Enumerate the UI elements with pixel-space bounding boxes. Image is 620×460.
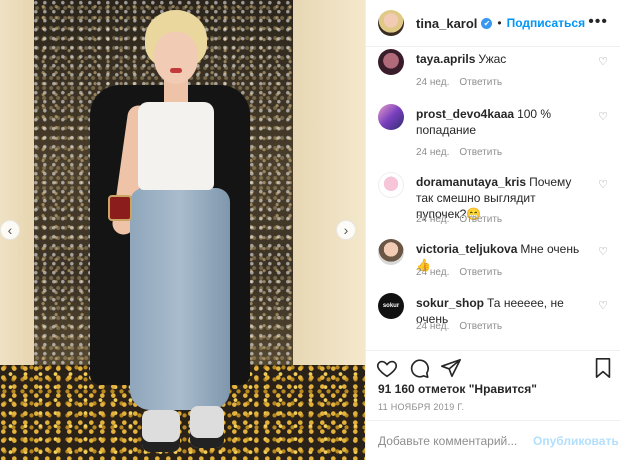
comment-bubble-icon[interactable] — [408, 357, 430, 379]
publish-button[interactable]: Опубликовать — [533, 434, 619, 448]
photo-background — [0, 0, 36, 380]
save-bookmark-icon[interactable] — [592, 357, 614, 379]
author-avatar[interactable] — [378, 10, 404, 36]
post-actions-bar — [366, 350, 620, 380]
comment-item: taya.aprils Ужас ♡ 24 нед. Ответить — [378, 49, 608, 93]
avatar[interactable] — [378, 172, 404, 198]
comment-text: Ужас — [478, 52, 507, 66]
reply-link[interactable]: Ответить — [459, 214, 502, 225]
like-comment-heart-icon[interactable]: ♡ — [598, 245, 608, 258]
author-username[interactable]: tina_karol — [416, 16, 477, 31]
comment-time: 24 нед. — [416, 77, 450, 88]
photo-background — [293, 0, 365, 380]
sneaker — [190, 406, 224, 448]
coat-patch — [108, 195, 132, 221]
like-heart-icon[interactable] — [376, 357, 398, 379]
more-options-icon[interactable]: ••• — [588, 13, 608, 31]
comment-body: taya.aprils Ужас — [416, 51, 586, 67]
post-header: tina_karol ✔ • Подписаться ••• — [366, 0, 620, 47]
likes-count[interactable]: 91 160 отметок "Нравится" — [378, 382, 537, 396]
white-top — [138, 102, 214, 190]
comment-item: doramanutaya_kris Почему так смешно выгля… — [378, 172, 608, 232]
comment-meta: 24 нед. Ответить — [416, 267, 512, 278]
add-comment-bar: Опубликовать — [366, 420, 620, 460]
comment-username[interactable]: sokur_shop — [416, 296, 484, 310]
comment-meta: 24 нед. Ответить — [416, 77, 512, 88]
like-comment-heart-icon[interactable]: ♡ — [598, 178, 608, 191]
avatar[interactable] — [378, 49, 404, 75]
comment-meta: 24 нед. Ответить — [416, 147, 512, 158]
verified-badge-icon: ✔ — [481, 17, 493, 29]
comment-item: victoria_teljukova Мне очень👍 ♡ 24 нед. От… — [378, 239, 608, 283]
reply-link[interactable]: Ответить — [459, 321, 502, 332]
comment-username[interactable]: victoria_teljukova — [416, 242, 517, 256]
lips — [170, 68, 182, 73]
post-photo[interactable]: ‹ › — [0, 0, 365, 460]
carousel-next-button[interactable]: › — [336, 220, 356, 240]
separator-dot: • — [497, 16, 502, 30]
comments-list[interactable]: taya.aprils Ужас ♡ 24 нед. Ответить prost_… — [366, 47, 620, 347]
reply-link[interactable]: Ответить — [459, 147, 502, 158]
comment-input[interactable] — [378, 433, 533, 448]
comment-item: prost_devo4kaaa 100 % попадание ♡ 24 нед.… — [378, 104, 608, 164]
comment-time: 24 нед. — [416, 321, 450, 332]
reply-link[interactable]: Ответить — [459, 267, 502, 278]
comment-meta: 24 нед. Ответить — [416, 321, 512, 332]
face — [154, 32, 198, 84]
comment-username[interactable]: taya.aprils — [416, 52, 475, 66]
post-date: 11 НОЯБРЯ 2019 Г. — [378, 402, 465, 412]
comment-item: sokur sokur_shop Та нееееe, не очень ♡ 24… — [378, 293, 608, 339]
like-comment-heart-icon[interactable]: ♡ — [598, 110, 608, 123]
avatar[interactable] — [378, 104, 404, 130]
follow-button[interactable]: Подписаться — [507, 16, 585, 30]
like-comment-heart-icon[interactable]: ♡ — [598, 55, 608, 68]
avatar[interactable] — [378, 239, 404, 265]
sneaker — [142, 410, 180, 452]
comment-time: 24 нед. — [416, 214, 450, 225]
comment-body: prost_devo4kaaa 100 % попадание — [416, 106, 586, 138]
share-send-icon[interactable] — [440, 357, 462, 379]
jeans — [130, 188, 230, 410]
carousel-prev-button[interactable]: ‹ — [0, 220, 20, 240]
comment-username[interactable]: doramanutaya_kris — [416, 175, 526, 189]
comment-time: 24 нед. — [416, 267, 450, 278]
comment-time: 24 нед. — [416, 147, 450, 158]
like-comment-heart-icon[interactable]: ♡ — [598, 299, 608, 312]
comment-meta: 24 нед. Ответить — [416, 214, 512, 225]
reply-link[interactable]: Ответить — [459, 77, 502, 88]
post-side-panel: tina_karol ✔ • Подписаться ••• taya.apri… — [365, 0, 620, 460]
comment-username[interactable]: prost_devo4kaaa — [416, 107, 514, 121]
person-figure — [90, 10, 250, 460]
avatar[interactable]: sokur — [378, 293, 404, 319]
